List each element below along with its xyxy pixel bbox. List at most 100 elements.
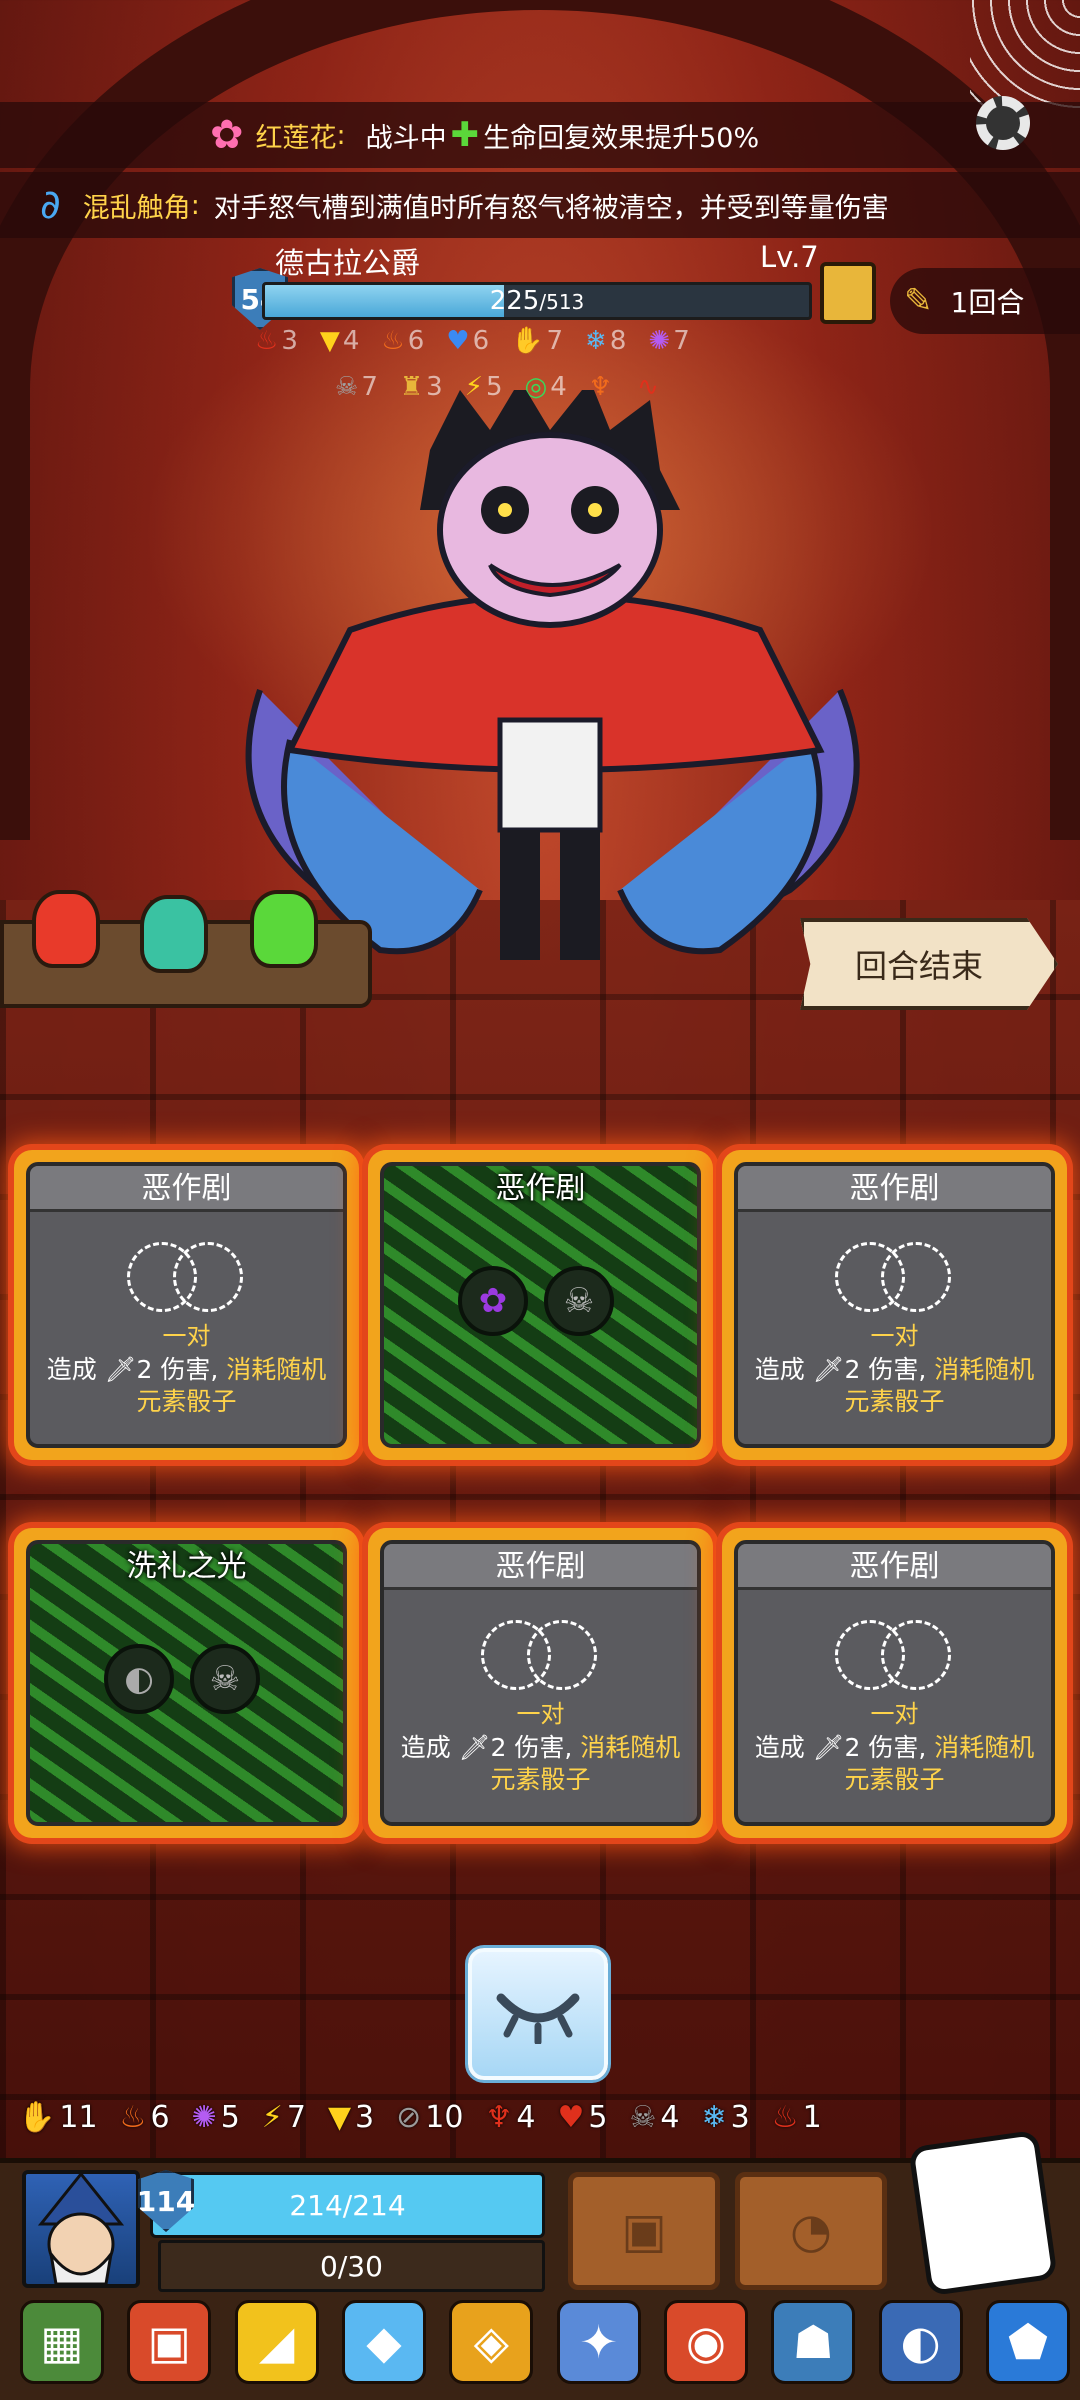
skill-card[interactable]: 恶作剧一对造成 🗡2 伤害, 消耗随机 元素骰子	[722, 1150, 1067, 1460]
skill-card[interactable]: 恶作剧 一对 造成 🗡2 伤害, 消耗随机 元素骰子	[722, 1528, 1067, 1838]
pair-dice-icon	[834, 1620, 955, 1690]
skill-card[interactable]: 恶作剧一对造成 🗡2 伤害, 消耗随机 元素骰子	[368, 1528, 713, 1838]
pair-dice-icon	[834, 1242, 955, 1312]
chest-icon: ▣	[621, 2203, 667, 2259]
field-effect-banner: ✿ 红莲花 : 战斗中 ✚ 生命回复效果提升50%	[0, 102, 1080, 168]
green-potion[interactable]	[250, 890, 318, 968]
end-turn-button[interactable]: 回合结束	[800, 918, 1058, 1010]
count-flame-icon: ♨ 6	[119, 2100, 170, 2135]
roll-dice-button[interactable]: ⚅	[908, 2129, 1058, 2297]
boss-status-drop-icon: ♥ 6	[446, 326, 490, 356]
pair-dice-icon	[126, 1242, 247, 1312]
card-face: 洗礼之光 ◐ ☠	[26, 1540, 347, 1826]
player-element-counts: ✋ 11 ♨ 6 ✺ 5 ⚡ 7 ▼ 3 ⊘ 10 ♆ 4 ♥ 5 ☠ 4 ❄ 3 ♨ 1	[18, 2100, 1078, 2135]
player-exp-bar: 0/30	[158, 2240, 545, 2292]
player-hp-bar: 214/214	[150, 2172, 545, 2238]
count-drop-icon: ♥ 5	[557, 2100, 608, 2135]
count-slash-icon: ⊘ 10	[396, 2100, 464, 2135]
field-effect-state: 战斗中	[365, 122, 447, 154]
count-splat-icon: ✺ 5	[191, 2100, 240, 2135]
card-title: 恶作剧	[30, 1166, 343, 1212]
scroll-icon: ✎	[904, 281, 933, 321]
skill-card[interactable]: 恶作剧 一对 造成 🗡2 伤害, 消耗随机 元素骰子	[14, 1150, 359, 1460]
cobweb-decoration	[970, 0, 1080, 110]
card-title: 恶作剧	[495, 1171, 586, 1206]
locked-skill-slot-1[interactable]: ▣	[568, 2172, 720, 2290]
count-claw-icon: ✋ 11	[18, 2100, 98, 2135]
card-title: 恶作剧	[738, 1166, 1051, 1212]
red-potion[interactable]	[32, 890, 100, 968]
lightning-icon: ⚡	[261, 2100, 283, 2135]
round-text: 1回合	[950, 286, 1025, 319]
snowflake-icon: ❄	[701, 2100, 727, 2135]
triangle-icon: ▼	[319, 326, 340, 356]
teal-potion[interactable]	[140, 895, 208, 973]
fire-icon: ♨	[771, 2100, 799, 2135]
passive-text: 对手怒气槽到满值时所有怒气将被清空，并受到等量伤害	[213, 192, 889, 224]
sword-icon: 🗡	[458, 1733, 491, 1762]
count-lightning-icon: ⚡ 7	[261, 2100, 306, 2135]
boss-hp-max: /513	[539, 290, 585, 314]
dracula-boss-sprite[interactable]	[200, 390, 900, 970]
gem-ring-icon[interactable]: ◉	[663, 2300, 748, 2384]
spellbook-icon[interactable]: ▦	[20, 2300, 104, 2384]
skull-die-slot-icon[interactable]: ☠	[190, 1644, 260, 1714]
claw-icon: ✋	[511, 326, 544, 356]
card-face: 恶作剧 ✿ ☠	[380, 1162, 701, 1448]
field-effect-name: 红莲花	[255, 122, 337, 154]
boss-status-claw-icon: ✋ 7	[511, 326, 564, 356]
claw-weapon-icon[interactable]: ✦	[556, 2300, 641, 2384]
dice-icon: ⚅	[955, 2178, 1011, 2248]
skill-card[interactable]: 恶作剧 ✿ ☠	[368, 1150, 713, 1460]
card-title: 恶作剧	[738, 1544, 1051, 1590]
count-fire-icon: ♨ 1	[771, 2100, 822, 2135]
fire-icon: ♨	[255, 326, 279, 356]
locked-skill-slot-2[interactable]: ◔	[735, 2172, 887, 2290]
boss-status-flame-icon: ♨ 6	[381, 326, 425, 356]
boss-status-triangle-icon: ▼ 4	[319, 326, 360, 356]
sword-icon: 🗡	[104, 1355, 137, 1384]
boss-status-snowflake-icon: ❄ 8	[585, 326, 627, 356]
card-description: 造成 🗡2 伤害, 消耗随机 元素骰子	[754, 1355, 1035, 1416]
crystal-icon[interactable]: ◆	[341, 2300, 426, 2384]
drop-icon: ♥	[557, 2100, 585, 2135]
cheese-icon[interactable]: ◢	[234, 2300, 319, 2384]
round-counter: ✎ 1回合	[890, 268, 1080, 334]
boss-status-fire-icon: ♨ 3	[255, 326, 298, 356]
claw-icon: ✋	[18, 2100, 56, 2135]
demon-mask-icon[interactable]: ☗	[771, 2300, 856, 2384]
triangle-icon: ▼	[327, 2100, 352, 2135]
skill-card[interactable]: 洗礼之光 ◐ ☠	[14, 1528, 359, 1838]
boss-passive-banner: ∂ 混乱触角 : 对手怒气槽到满值时所有怒气将被清空，并受到等量伤害	[0, 172, 1080, 238]
boss-info-book-icon[interactable]	[820, 262, 876, 324]
skip-sleep-button[interactable]	[468, 1948, 608, 2080]
sword-icon: 🗡	[812, 1733, 845, 1762]
pair-label: 一对	[870, 1322, 919, 1350]
pair-label: 一对	[516, 1700, 565, 1728]
card-face: 恶作剧 一对 造成 🗡2 伤害, 消耗随机 元素骰子	[734, 1540, 1055, 1826]
amulet-icon[interactable]: ◈	[449, 2300, 534, 2384]
count-snowflake-icon: ❄ 3	[701, 2100, 750, 2135]
splat-icon: ✺	[191, 2100, 217, 2135]
closed-eye-icon	[496, 1993, 580, 2044]
skull-die-slot-icon[interactable]: ☠	[544, 1266, 614, 1336]
card-face: 恶作剧 一对 造成 🗡2 伤害, 消耗随机 元素骰子	[26, 1162, 347, 1448]
sword-icon: 🗡	[812, 1355, 845, 1384]
boss-status-row-1: ♨ 3 ▼ 4 ♨ 6 ♥ 6 ✋ 7 ❄ 8 ✺ 7	[255, 326, 690, 356]
palette-icon[interactable]: ◐	[878, 2300, 963, 2384]
dice-box-icon[interactable]: ▣	[127, 2300, 212, 2384]
pair-dice-icon	[480, 1620, 601, 1690]
grape-die-slot-icon[interactable]: ✿	[458, 1266, 528, 1336]
player-exp-text: 0/30	[320, 2249, 383, 2283]
gray-die-slot-icon[interactable]: ◐	[104, 1644, 174, 1714]
settings-gear-icon[interactable]	[976, 96, 1030, 150]
card-title: 恶作剧	[384, 1544, 697, 1590]
boss-level: Lv.7	[760, 240, 819, 274]
blue-gem-icon[interactable]: ⬟	[985, 2300, 1070, 2384]
count-fang-icon: ♆ 4	[485, 2100, 536, 2135]
wizard-avatar[interactable]	[22, 2170, 140, 2288]
card-title: 洗礼之光	[126, 1549, 247, 1584]
card-description: 造成 🗡2 伤害, 消耗随机 元素骰子	[400, 1733, 681, 1794]
card-face: 恶作剧一对造成 🗡2 伤害, 消耗随机 元素骰子	[734, 1162, 1055, 1448]
passive-name: 混乱触角	[82, 192, 191, 224]
